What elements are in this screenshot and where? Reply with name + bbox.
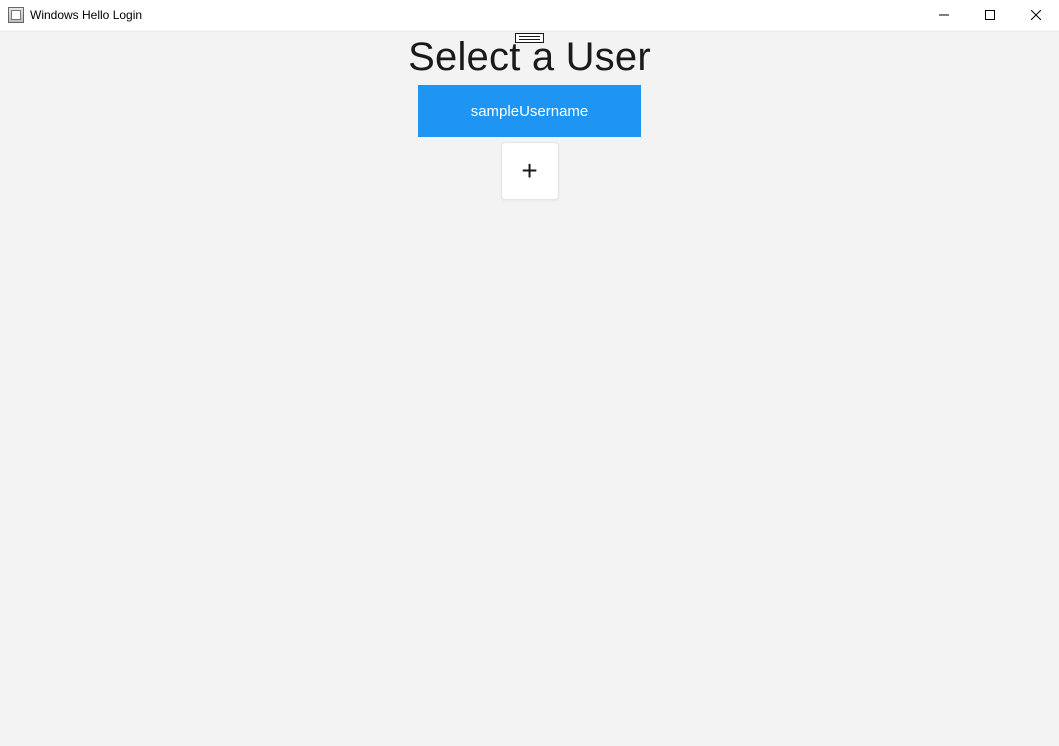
titlebar: Windows Hello Login <box>0 0 1059 31</box>
minimize-icon <box>939 10 949 20</box>
close-button[interactable] <box>1013 0 1059 30</box>
minimize-button[interactable] <box>921 0 967 30</box>
plus-icon: + <box>521 155 537 187</box>
content-area: Select a User sampleUsername + <box>0 31 1059 746</box>
app-icon <box>8 7 24 23</box>
titlebar-left: Windows Hello Login <box>0 7 142 23</box>
maximize-icon <box>985 10 995 20</box>
maximize-button[interactable] <box>967 0 1013 30</box>
page-title: Select a User <box>408 35 651 80</box>
window-controls <box>921 0 1059 30</box>
add-user-button[interactable]: + <box>501 142 559 200</box>
window-title: Windows Hello Login <box>30 8 142 22</box>
user-select-button[interactable]: sampleUsername <box>418 85 641 137</box>
close-icon <box>1031 10 1041 20</box>
